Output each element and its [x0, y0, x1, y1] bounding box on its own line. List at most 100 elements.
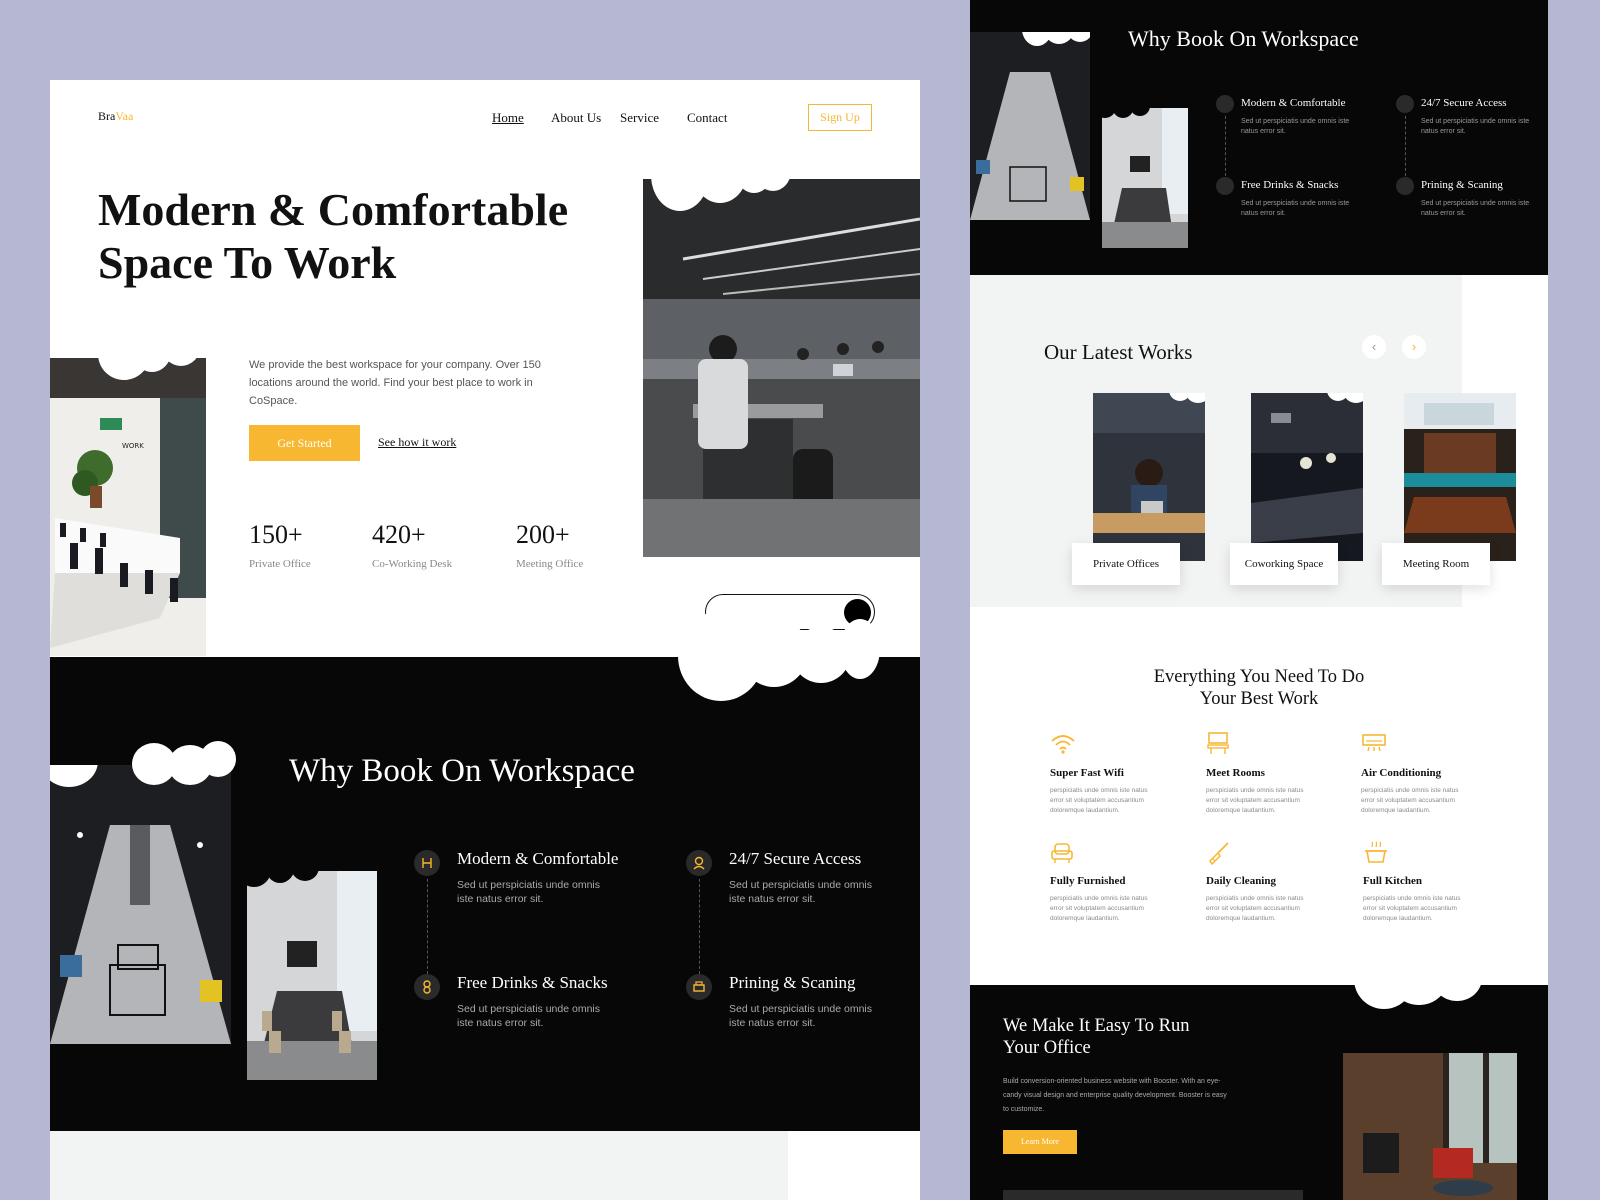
- work-label-private-offices[interactable]: Private Offices: [1072, 543, 1180, 585]
- amenities-title-line2: Your Best Work: [1199, 689, 1319, 709]
- work-card-coworking-space[interactable]: [1251, 393, 1363, 561]
- hero-title: Modern & Comfortable Space To Work: [98, 183, 568, 289]
- drinks-snacks-icon: [1216, 177, 1234, 195]
- corridor-photo-mini: [970, 32, 1090, 220]
- amenity-desc-wifi: perspiciatis unde omnis iste natus error…: [1050, 787, 1148, 814]
- feature-title-modern: Modern & Comfortable: [1241, 97, 1346, 109]
- work-card-private-offices[interactable]: [1093, 393, 1205, 561]
- open-office-photo: [643, 179, 920, 557]
- signup-button[interactable]: Sign Up: [808, 104, 872, 131]
- feature-desc-printing: Sed ut perspiciatis unde omnis iste natu…: [1421, 200, 1530, 217]
- work-label-meeting-room[interactable]: Meeting Room: [1382, 543, 1490, 585]
- run-office-title-line2: Your Office: [1003, 1038, 1091, 1058]
- feature-desc-modern: Sed ut perspiciatis unde omnis iste natu…: [457, 879, 600, 905]
- meeting-room-icon: [1207, 732, 1229, 754]
- amenity-desc-meet-rooms: perspiciatis unde omnis iste natus error…: [1206, 787, 1304, 814]
- get-started-button[interactable]: Get Started: [249, 425, 360, 461]
- nav-about-link[interactable]: About Us: [551, 110, 601, 126]
- printing-scanning-icon: [686, 974, 712, 1000]
- drinks-snacks-icon: [414, 974, 440, 1000]
- feature-title-printing: Prining & Scaning: [729, 973, 856, 992]
- amenity-title-air-conditioning: Air Conditioning: [1361, 767, 1442, 779]
- air-conditioner-icon: [1362, 734, 1386, 752]
- meeting-room-photo: [247, 871, 377, 1080]
- feature-desc-secure: Sed ut perspiciatis unde omnis iste natu…: [1421, 118, 1530, 135]
- stat-private-office-label: Private Office: [249, 558, 311, 570]
- feature-title-secure: 24/7 Secure Access: [729, 849, 862, 868]
- feature-desc-drinks: Sed ut perspiciatis unde omnis iste natu…: [1241, 200, 1350, 217]
- work-card-meeting-room[interactable]: [1404, 393, 1516, 561]
- wifi-icon: [1051, 735, 1075, 754]
- learn-more-button[interactable]: Learn More: [1003, 1130, 1077, 1154]
- stat-private-office-value: 150+: [249, 520, 303, 549]
- chevron-left-icon: ‹: [1371, 339, 1377, 354]
- feature-title-drinks: Free Drinks & Snacks: [1241, 179, 1339, 191]
- feature-desc-printing: Sed ut perspiciatis unde omnis iste natu…: [729, 1003, 872, 1029]
- amenity-title-wifi: Super Fast Wifi: [1050, 767, 1124, 779]
- corridor-photo: [50, 765, 231, 1044]
- landing-page-main: BraVaa Home About Us Service Contact Sig…: [50, 80, 920, 1200]
- feature-desc-modern: Sed ut perspiciatis unde omnis iste natu…: [1241, 118, 1350, 135]
- brand-logo[interactable]: BraVaa: [98, 109, 133, 124]
- feature-divider: [699, 879, 700, 974]
- chevron-right-icon: ›: [1411, 339, 1417, 354]
- stat-meeting-office-value: 200+: [516, 520, 570, 549]
- feature-title-drinks: Free Drinks & Snacks: [457, 973, 608, 992]
- run-office-title: We Make It Easy To Run Your Office: [1003, 1015, 1189, 1059]
- amenity-title-meet-rooms: Meet Rooms: [1206, 767, 1265, 779]
- why-book-title-mini: Why Book On Workspace: [1128, 26, 1359, 51]
- feature-desc-secure: Sed ut perspiciatis unde omnis iste natu…: [729, 879, 872, 905]
- armchair-icon: [1051, 843, 1073, 863]
- brand-suffix: Vaa: [115, 109, 134, 123]
- printing-scanning-icon: [1396, 177, 1414, 195]
- amenity-desc-cleaning: perspiciatis unde omnis iste natus error…: [1206, 895, 1304, 922]
- meeting-room-photo-mini: [1102, 108, 1188, 248]
- run-office-title-line1: We Make It Easy To Run: [1003, 1016, 1190, 1036]
- work-label-coworking-space[interactable]: Coworking Space: [1230, 543, 1338, 585]
- feature-title-printing: Prining & Scaning: [1421, 179, 1503, 191]
- amenity-title-cleaning: Daily Cleaning: [1206, 875, 1276, 887]
- amenity-title-kitchen: Full Kitchen: [1363, 875, 1422, 887]
- broom-icon: [1209, 842, 1229, 866]
- stat-meeting-office-label: Meeting Office: [516, 558, 584, 570]
- amenity-desc-air-conditioning: perspiciatis unde omnis iste natus error…: [1361, 787, 1459, 814]
- svg-text:WORK: WORK: [122, 442, 144, 450]
- run-office-description: Build conversion-oriented business websi…: [1003, 1078, 1227, 1113]
- feature-title-modern: Modern & Comfortable: [457, 849, 619, 868]
- brand-prefix: Bra: [98, 109, 116, 123]
- hero-description: We provide the best workspace for your c…: [249, 359, 541, 407]
- amenities-title-line1: Everything You Need To Do: [1153, 667, 1365, 687]
- hero-title-line2: Space To Work: [98, 237, 397, 288]
- nav-contact-link[interactable]: Contact: [687, 110, 727, 126]
- why-book-section: Why Book On Workspace Modern & Comfortab…: [50, 611, 920, 1131]
- comfort-feature-icon: [414, 850, 440, 876]
- feature-desc-drinks: Sed ut perspiciatis unde omnis iste natu…: [457, 1003, 600, 1029]
- conference-room-photo: WORK: [50, 358, 206, 656]
- why-book-title: Why Book On Workspace: [289, 753, 635, 789]
- secure-access-icon: [686, 850, 712, 876]
- carousel-prev-button[interactable]: ‹: [1362, 335, 1386, 359]
- gallery-strip: [1003, 1190, 1303, 1200]
- carousel-next-button[interactable]: ›: [1402, 335, 1426, 359]
- see-how-it-works-link[interactable]: See how it work: [378, 435, 456, 450]
- nav-home-link[interactable]: Home: [492, 110, 524, 126]
- secure-access-icon: [1396, 95, 1414, 113]
- cooking-pot-icon: [1365, 841, 1387, 863]
- landing-page-continued: Why Book On Workspace Modern & Comfortab…: [970, 0, 1548, 1200]
- why-book-section-mini: Why Book On Workspace Modern & Comfortab…: [970, 0, 1548, 275]
- comfort-feature-icon: [1216, 95, 1234, 113]
- feature-divider: [427, 879, 428, 974]
- feature-divider: [1225, 116, 1226, 176]
- amenity-title-furnished: Fully Furnished: [1050, 875, 1126, 887]
- amenity-desc-kitchen: perspiciatis unde omnis iste natus error…: [1363, 895, 1461, 922]
- hero-title-line1: Modern & Comfortable: [98, 184, 569, 235]
- run-office-section: We Make It Easy To Run Your Office Build…: [970, 949, 1548, 1200]
- lounge-photo: [1343, 1053, 1517, 1200]
- latest-works-title: Our Latest Works: [1044, 340, 1193, 364]
- feature-divider: [1405, 116, 1406, 176]
- amenities-title: Everything You Need To Do Your Best Work: [970, 666, 1548, 710]
- nav-service-link[interactable]: Service: [620, 110, 659, 126]
- feature-title-secure: 24/7 Secure Access: [1421, 97, 1507, 109]
- amenity-desc-furnished: perspiciatis unde omnis iste natus error…: [1050, 895, 1148, 922]
- stat-coworking-desk-value: 420+: [372, 520, 426, 549]
